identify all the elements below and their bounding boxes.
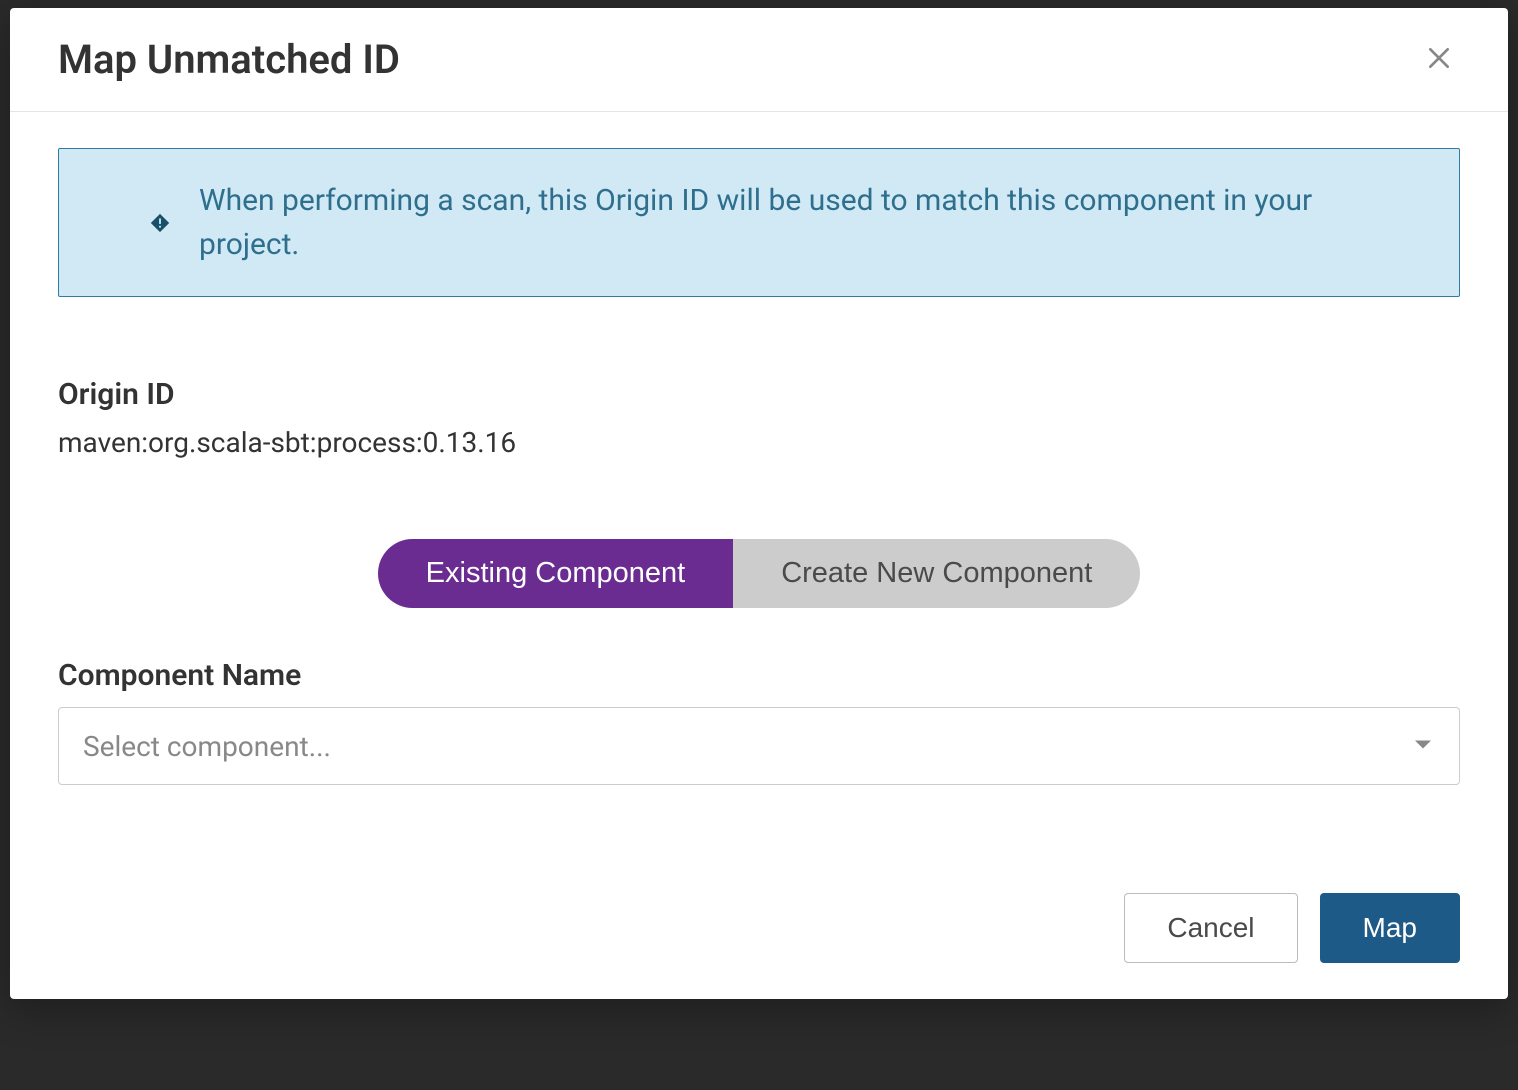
modal-body: When performing a scan, this Origin ID w… [10,112,1508,893]
modal-overlay: Map Unmatched ID [0,0,1518,1090]
map-button[interactable]: Map [1320,893,1460,963]
component-name-section: Component Name Select component... [58,658,1460,785]
origin-id-section: Origin ID maven:org.scala-sbt:process:0.… [58,377,1460,459]
cancel-button[interactable]: Cancel [1124,893,1297,963]
info-alert: When performing a scan, this Origin ID w… [58,148,1460,297]
close-button[interactable] [1418,37,1460,82]
close-icon [1426,45,1452,74]
origin-id-value: maven:org.scala-sbt:process:0.13.16 [58,426,1460,459]
modal-footer: Cancel Map [10,893,1508,999]
map-unmatched-id-modal: Map Unmatched ID [10,8,1508,999]
toggle-existing-component[interactable]: Existing Component [378,539,734,608]
component-select[interactable]: Select component... [58,707,1460,785]
info-alert-text: When performing a scan, this Origin ID w… [147,179,1419,266]
component-select-wrapper: Select component... [58,707,1460,785]
component-mode-toggle: Existing Component Create New Component [58,539,1460,608]
origin-id-label: Origin ID [58,377,1460,412]
info-alert-icon [149,212,171,234]
toggle-create-new-component[interactable]: Create New Component [733,539,1140,608]
modal-header: Map Unmatched ID [10,8,1508,112]
component-name-label: Component Name [58,658,1460,693]
modal-title: Map Unmatched ID [58,36,400,83]
